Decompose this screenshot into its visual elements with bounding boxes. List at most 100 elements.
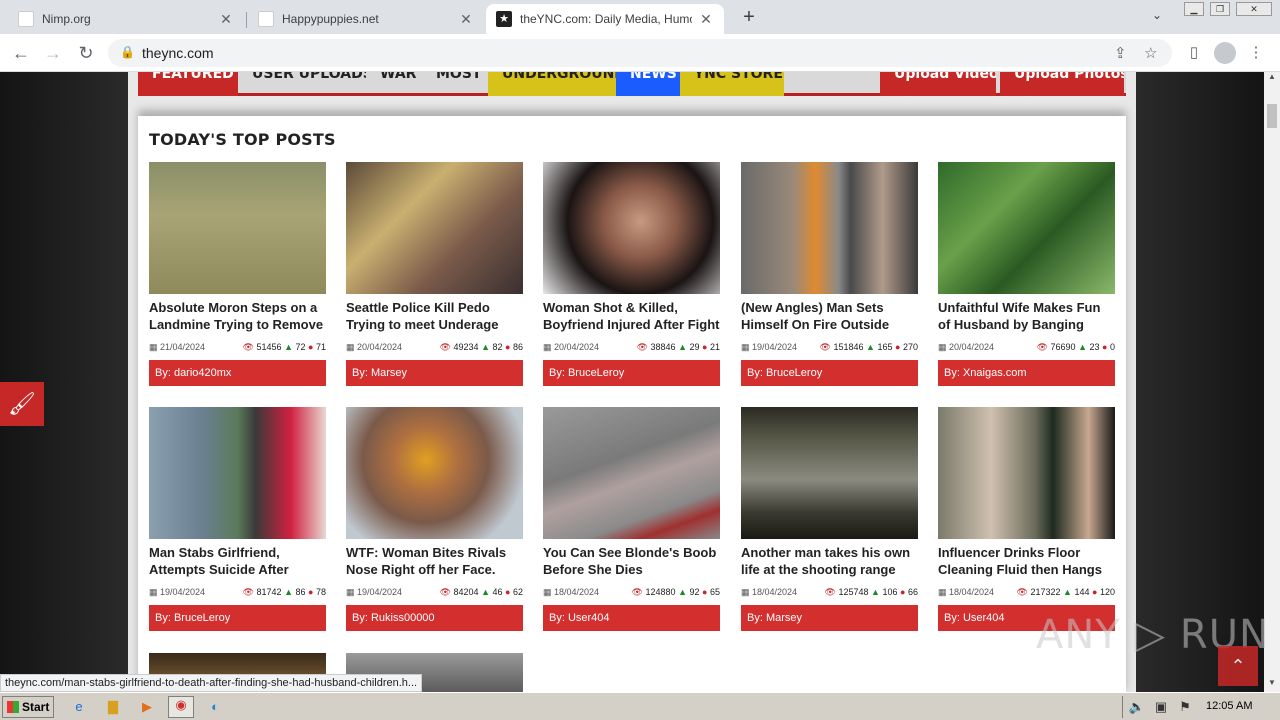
top-posts-panel: TODAY'S TOP POSTS Absolute Moron Steps o… <box>138 116 1126 692</box>
paintbrush-icon[interactable]: 🖌 <box>0 382 44 426</box>
tab-nimp[interactable]: Nimp.org ✕ <box>8 4 244 34</box>
back-arrow-icon[interactable]: ← <box>9 41 33 65</box>
post-title[interactable]: Another man takes his own life at the sh… <box>741 544 918 580</box>
post-author[interactable]: By: Marsey <box>741 605 918 631</box>
tab-happypuppies[interactable]: Happypuppies.net ✕ <box>248 4 484 34</box>
tab-favicon <box>18 11 34 27</box>
post-author[interactable]: By: BruceLeroy <box>543 360 720 386</box>
tab-title: Nimp.org <box>42 12 91 26</box>
minimize-button[interactable]: ▁ <box>1184 2 1204 16</box>
nav-war[interactable]: WAR <box>366 72 422 96</box>
start-button[interactable]: Start <box>2 696 54 718</box>
browser-tabstrip: Nimp.org ✕ Happypuppies.net ✕ ★ theYNC.c… <box>0 0 1280 34</box>
post-card[interactable]: Unfaithful Wife Makes Fun of Husband by … <box>938 162 1115 388</box>
post-thumbnail[interactable] <box>938 407 1115 539</box>
post-card[interactable]: Another man takes his own life at the sh… <box>741 407 918 633</box>
volume-icon[interactable]: 🔈 <box>1128 699 1146 717</box>
post-author[interactable]: By: BruceLeroy <box>149 605 326 631</box>
post-thumbnail[interactable] <box>149 162 326 294</box>
close-icon[interactable]: ✕ <box>698 11 714 28</box>
post-author[interactable]: By: dario420mx <box>149 360 326 386</box>
page-scrollbar[interactable]: ▲ ▼ <box>1264 72 1280 692</box>
post-title[interactable]: Seattle Police Kill Pedo Trying to meet … <box>346 299 523 335</box>
post-meta: ▦ 20/04/2024 👁 38846 ▲ 29 ● 21 <box>543 342 720 354</box>
post-stats: 👁 125748 ▲ 106 ● 66 <box>824 587 918 597</box>
start-label: Start <box>22 700 50 714</box>
new-tab-button[interactable]: + <box>738 6 760 28</box>
nav-featured[interactable]: FEATURED <box>138 72 238 96</box>
post-thumbnail[interactable] <box>741 407 918 539</box>
section-title: TODAY'S TOP POSTS <box>149 130 336 149</box>
post-card[interactable]: You Can See Blonde's Boob Before She Die… <box>543 407 720 633</box>
post-title[interactable]: Influencer Drinks Floor Cleaning Fluid t… <box>938 544 1115 580</box>
url-text[interactable]: theync.com <box>142 45 214 61</box>
post-thumbnail[interactable] <box>938 162 1115 294</box>
chrome-icon[interactable]: ◉ <box>168 696 194 718</box>
scrollbar-thumb[interactable] <box>1267 104 1277 128</box>
close-icon[interactable]: ✕ <box>458 11 474 28</box>
edge-icon[interactable]: ◐ <box>206 699 224 717</box>
close-icon[interactable]: ✕ <box>218 11 234 28</box>
post-thumbnail[interactable] <box>346 407 523 539</box>
nav-news[interactable]: NEWS <box>616 72 680 96</box>
post-title[interactable]: You Can See Blonde's Boob Before She Die… <box>543 544 720 580</box>
share-icon[interactable]: ⇪ <box>1114 44 1127 62</box>
post-meta: ▦ 20/04/2024 👁 49234 ▲ 82 ● 86 <box>346 342 523 354</box>
post-date: ▦ 18/04/2024 <box>741 587 798 597</box>
profile-avatar[interactable] <box>1214 42 1236 64</box>
nav-underground[interactable]: UNDERGROUND <box>488 72 616 96</box>
media-player-icon[interactable]: ▶ <box>138 699 156 717</box>
scroll-up-icon[interactable]: ▲ <box>1264 72 1280 86</box>
side-panel-icon[interactable]: ▯ <box>1184 43 1204 63</box>
post-card[interactable]: WTF: Woman Bites Rivals Nose Right off h… <box>346 407 523 633</box>
chevron-down-icon[interactable]: ⌄ <box>1152 8 1162 22</box>
post-author[interactable]: By: BruceLeroy <box>741 360 918 386</box>
reload-icon[interactable]: ↻ <box>74 41 98 65</box>
post-date: ▦ 19/04/2024 <box>149 587 206 597</box>
tab-theync[interactable]: ★ theYNC.com: Daily Media, Humor, Sh ✕ <box>486 4 724 34</box>
network-icon[interactable]: ▣ <box>1152 699 1170 717</box>
post-author[interactable]: By: Marsey <box>346 360 523 386</box>
post-title[interactable]: Unfaithful Wife Makes Fun of Husband by … <box>938 299 1115 335</box>
post-meta: ▦ 21/04/2024 👁 51456 ▲ 72 ● 71 <box>149 342 326 354</box>
post-author[interactable]: By: Rukiss00000 <box>346 605 523 631</box>
post-title[interactable]: WTF: Woman Bites Rivals Nose Right off h… <box>346 544 523 580</box>
post-card[interactable]: (New Angles) Man Sets Himself On Fire Ou… <box>741 162 918 388</box>
chevron-up-icon[interactable]: ⌃ <box>1218 646 1258 686</box>
nav-user-uploads[interactable]: USER UPLOADS <box>238 72 366 96</box>
restore-button[interactable]: ❐ <box>1210 2 1230 16</box>
link-status-bar: theync.com/man-stabs-girlfriend-to-death… <box>0 674 423 692</box>
post-author[interactable]: By: User404 <box>543 605 720 631</box>
folder-icon[interactable]: ▇ <box>104 699 122 717</box>
post-card[interactable]: Man Stabs Girlfriend, Attempts Suicide A… <box>149 407 326 633</box>
scroll-down-icon[interactable]: ▼ <box>1264 678 1280 692</box>
post-card[interactable]: Influencer Drinks Floor Cleaning Fluid t… <box>938 407 1115 633</box>
post-thumbnail[interactable] <box>741 162 918 294</box>
flag-icon[interactable]: ⚑ <box>1176 699 1194 717</box>
nav-upload-video[interactable]: Upload Video <box>880 72 996 96</box>
post-card[interactable]: Seattle Police Kill Pedo Trying to meet … <box>346 162 523 388</box>
ie-icon[interactable]: e <box>70 699 88 717</box>
address-bar[interactable]: 🔒 theync.com ⇪ ☆ <box>108 39 1172 67</box>
post-thumbnail[interactable] <box>543 162 720 294</box>
post-thumbnail[interactable] <box>543 407 720 539</box>
forward-arrow-icon[interactable]: → <box>41 41 65 65</box>
post-author[interactable]: By: Xnaigas.com <box>938 360 1115 386</box>
post-title[interactable]: Man Stabs Girlfriend, Attempts Suicide A… <box>149 544 326 580</box>
post-thumbnail[interactable] <box>346 162 523 294</box>
post-title[interactable]: Absolute Moron Steps on a Landmine Tryin… <box>149 299 326 335</box>
nav-upload-photos[interactable]: Upload Photos <box>1000 72 1124 96</box>
post-title[interactable]: (New Angles) Man Sets Himself On Fire Ou… <box>741 299 918 335</box>
post-thumbnail[interactable] <box>149 407 326 539</box>
nav-ync-store[interactable]: YNC STORE <box>680 72 784 96</box>
clock: 12:05 AM <box>1206 700 1253 712</box>
post-meta: ▦ 18/04/2024 👁 124880 ▲ 92 ● 65 <box>543 587 720 599</box>
post-title[interactable]: Woman Shot & Killed, Boyfriend Injured A… <box>543 299 720 335</box>
post-card[interactable]: Woman Shot & Killed, Boyfriend Injured A… <box>543 162 720 388</box>
post-card[interactable]: Absolute Moron Steps on a Landmine Tryin… <box>149 162 326 388</box>
close-window-button[interactable]: ✕ <box>1236 2 1272 16</box>
bookmark-star-icon[interactable]: ☆ <box>1144 44 1157 62</box>
windows-taskbar: Start e ▇ ▶ ◉ ◐ 🔈 ▣ ⚑ 12:05 AM <box>0 692 1280 720</box>
menu-kebab-icon[interactable]: ⋮ <box>1246 43 1266 63</box>
nav-most[interactable]: MOST <box>422 72 488 96</box>
